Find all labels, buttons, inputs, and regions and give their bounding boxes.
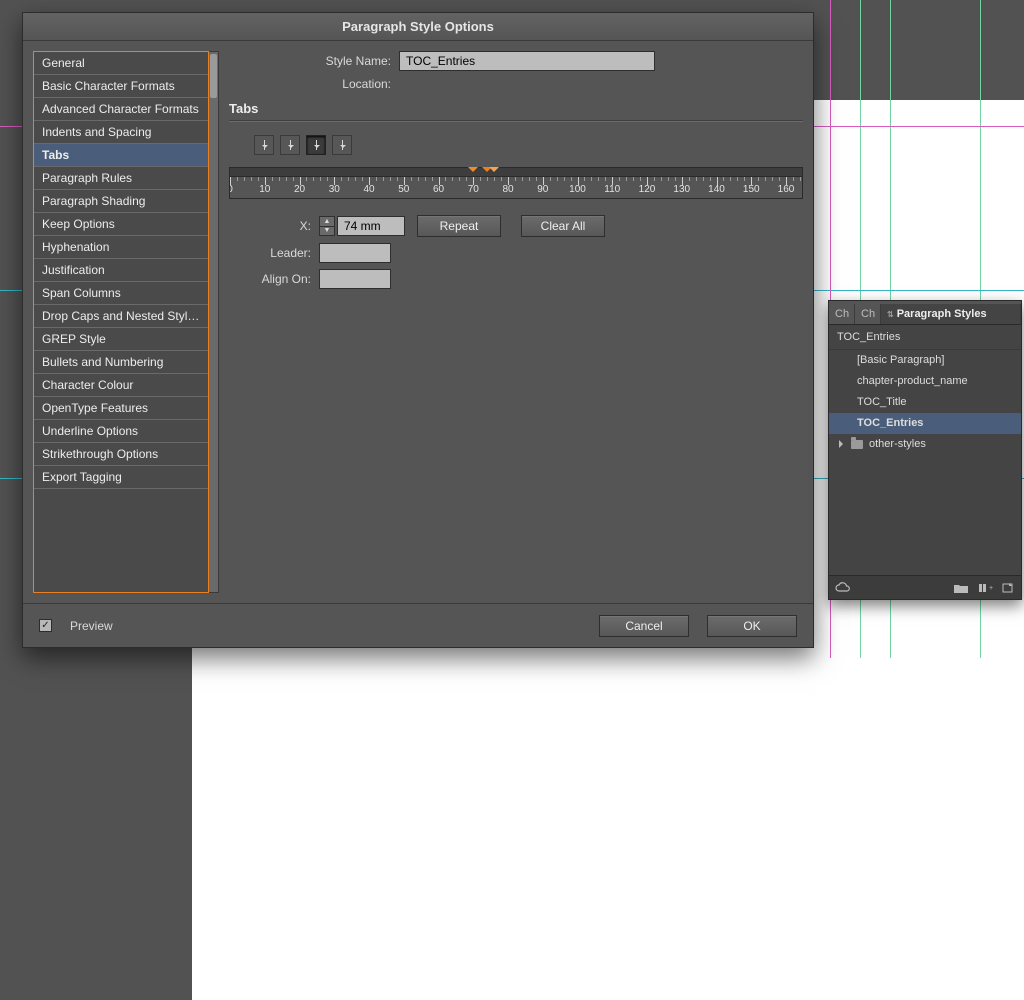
cancel-button[interactable]: Cancel	[599, 615, 689, 637]
ruler-number: 40	[363, 184, 374, 195]
category-item-export-tagging[interactable]: Export Tagging	[34, 466, 208, 489]
tabs-field-grid: X: ▲▼ Repeat Clear All Leader: Align On:	[229, 215, 803, 289]
category-item-strikethrough-options[interactable]: Strikethrough Options	[34, 443, 208, 466]
category-item-span-columns[interactable]: Span Columns	[34, 282, 208, 305]
dialog-title: Paragraph Style Options	[23, 13, 813, 41]
style-item-toc-title[interactable]: TOC_Title	[829, 392, 1021, 413]
tab-align-decimal-button[interactable]	[332, 135, 352, 155]
category-item-tabs[interactable]: Tabs	[34, 144, 208, 167]
category-item-paragraph-shading[interactable]: Paragraph Shading	[34, 190, 208, 213]
category-list[interactable]: GeneralBasic Character FormatsAdvanced C…	[33, 51, 209, 593]
ruler-area: 0 10 20 30 40 50 60 70 80 90 100 110 120 130 140 150 160	[229, 167, 803, 199]
panel-tab-2[interactable]: Ch	[855, 304, 881, 324]
category-item-hyphenation[interactable]: Hyphenation	[34, 236, 208, 259]
ruler-number: 20	[294, 184, 305, 195]
align-on-label: Align On:	[229, 272, 319, 286]
ruler-number: 150	[743, 184, 760, 195]
panel-tab-label: Paragraph Styles	[897, 308, 987, 320]
ruler-number: 60	[433, 184, 444, 195]
category-scrollbar[interactable]	[209, 51, 219, 593]
section-title-tabs: Tabs	[229, 101, 803, 116]
section-divider	[229, 120, 803, 121]
location-label: Location:	[229, 77, 399, 91]
paragraph-styles-panel: Ch Ch ⇅Paragraph Styles TOC_Entries [Bas…	[828, 300, 1022, 600]
style-name-label: Style Name:	[229, 54, 399, 68]
ruler-track[interactable]	[229, 167, 803, 177]
category-item-indents-and-spacing[interactable]: Indents and Spacing	[34, 121, 208, 144]
ruler-number: 90	[537, 184, 548, 195]
tab-align-right-button[interactable]	[306, 135, 326, 155]
style-item-toc-entries[interactable]: TOC_Entries	[829, 413, 1021, 434]
panel-footer: +	[829, 575, 1021, 599]
folder-icon[interactable]	[953, 582, 967, 594]
category-item-underline-options[interactable]: Underline Options	[34, 420, 208, 443]
category-item-basic-character-formats[interactable]: Basic Character Formats	[34, 75, 208, 98]
disclosure-triangle-icon[interactable]	[839, 440, 847, 448]
ruler-number: 80	[502, 184, 513, 195]
clear-overrides-icon[interactable]: +	[977, 582, 991, 594]
ruler-number: 70	[468, 184, 479, 195]
style-item-chapter-product-name[interactable]: chapter-product_name	[829, 371, 1021, 392]
dialog-footer: ✓ Preview Cancel OK	[23, 603, 813, 647]
panel-tabs: Ch Ch ⇅Paragraph Styles	[829, 301, 1021, 325]
tab-align-center-button[interactable]	[280, 135, 300, 155]
repeat-button[interactable]: Repeat	[417, 215, 501, 237]
x-stepper[interactable]: ▲▼	[319, 216, 335, 236]
panel-tab-1[interactable]: Ch	[829, 304, 855, 324]
category-item-general[interactable]: General	[34, 52, 208, 75]
ruler-number: 50	[398, 184, 409, 195]
chevron-updown-icon: ⇅	[887, 310, 894, 319]
leader-input[interactable]	[319, 243, 391, 263]
paragraph-style-options-dialog: Paragraph Style Options GeneralBasic Cha…	[22, 12, 814, 648]
preview-checkbox[interactable]: ✓	[39, 619, 52, 632]
clear-all-button[interactable]: Clear All	[521, 215, 605, 237]
x-input[interactable]	[337, 216, 405, 236]
style-item--basic-paragraph-[interactable]: [Basic Paragraph]	[829, 350, 1021, 371]
category-item-bullets-and-numbering[interactable]: Bullets and Numbering	[34, 351, 208, 374]
ok-button[interactable]: OK	[707, 615, 797, 637]
tab-align-left-button[interactable]	[254, 135, 274, 155]
stepper-down-icon[interactable]: ▼	[320, 227, 334, 236]
category-item-justification[interactable]: Justification	[34, 259, 208, 282]
style-name-input[interactable]	[399, 51, 655, 71]
category-item-advanced-character-formats[interactable]: Advanced Character Formats	[34, 98, 208, 121]
folder-icon	[851, 440, 863, 449]
ruler[interactable]: 0 10 20 30 40 50 60 70 80 90 100 110 120 130 140 150 160	[229, 177, 803, 199]
preview-label: Preview	[70, 619, 113, 633]
svg-text:+: +	[989, 585, 993, 592]
dialog-main: Style Name: Location: Tabs 0 10 20 30 40 50 60…	[229, 51, 803, 593]
ruler-number: 120	[639, 184, 656, 195]
panel-current-style: TOC_Entries	[829, 325, 1021, 350]
x-label: X:	[229, 219, 319, 233]
ruler-number: 130	[673, 184, 690, 195]
tab-stop-marker[interactable]	[468, 167, 478, 177]
ruler-number: 140	[708, 184, 725, 195]
tab-stop-marker[interactable]	[489, 167, 499, 177]
tab-alignment-buttons	[254, 135, 803, 155]
ruler-number: 30	[329, 184, 340, 195]
leader-label: Leader:	[229, 246, 319, 260]
category-item-drop-caps-and-nested-styles[interactable]: Drop Caps and Nested Styles	[34, 305, 208, 328]
category-item-opentype-features[interactable]: OpenType Features	[34, 397, 208, 420]
ruler-number: 0	[229, 184, 233, 195]
paragraph-style-list[interactable]: [Basic Paragraph]chapter-product_nameTOC…	[829, 350, 1021, 575]
scrollbar-thumb[interactable]	[210, 54, 217, 98]
align-on-input[interactable]	[319, 269, 391, 289]
new-style-icon[interactable]	[1001, 582, 1015, 594]
panel-tab-paragraph-styles[interactable]: ⇅Paragraph Styles	[881, 304, 1021, 324]
cloud-icon[interactable]	[835, 582, 849, 594]
ruler-number: 160	[778, 184, 795, 195]
ruler-number: 110	[604, 184, 620, 195]
category-item-grep-style[interactable]: GREP Style	[34, 328, 208, 351]
stepper-up-icon[interactable]: ▲	[320, 217, 334, 227]
category-item-paragraph-rules[interactable]: Paragraph Rules	[34, 167, 208, 190]
folder-label: other-styles	[869, 438, 926, 450]
category-item-keep-options[interactable]: Keep Options	[34, 213, 208, 236]
category-list-wrap: GeneralBasic Character FormatsAdvanced C…	[33, 51, 219, 593]
category-item-character-colour[interactable]: Character Colour	[34, 374, 208, 397]
ruler-number: 100	[569, 184, 586, 195]
style-folder-other-styles[interactable]: other-styles	[829, 434, 1021, 454]
ruler-number: 10	[259, 184, 270, 195]
